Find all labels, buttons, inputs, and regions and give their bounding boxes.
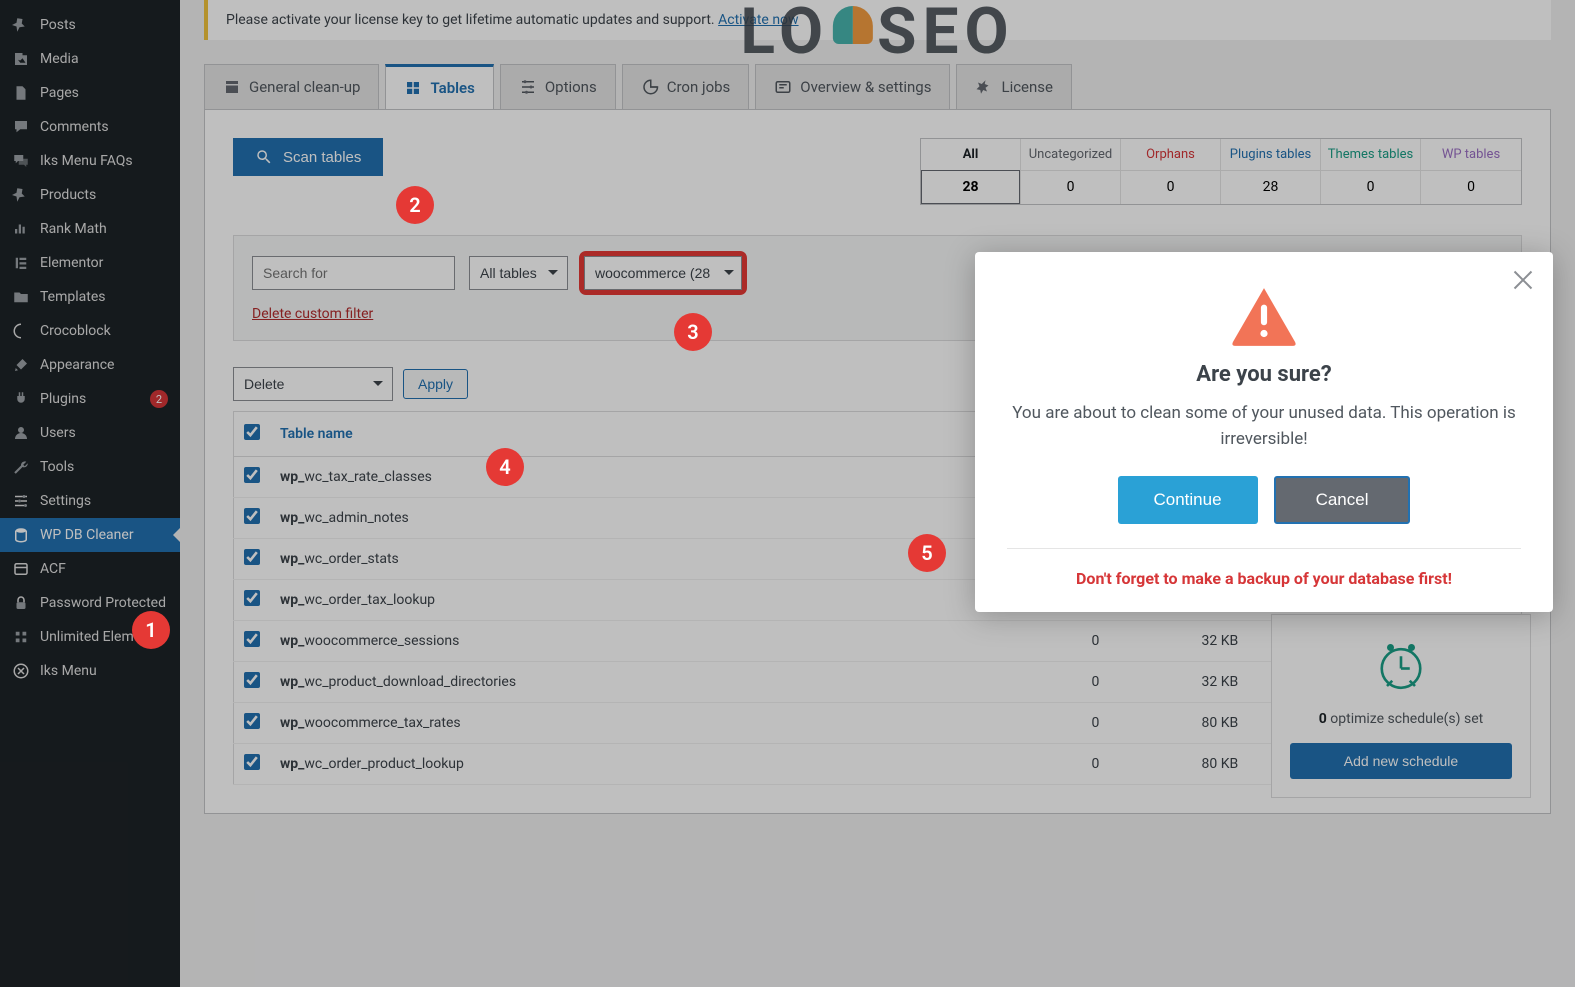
continue-button[interactable]: Continue [1118, 476, 1258, 524]
confirm-modal: Are you sure? You are about to clean som… [975, 252, 1553, 612]
modal-footer-warning: Don't forget to make a backup of your da… [1007, 549, 1521, 588]
modal-title: Are you sure? [1007, 362, 1521, 387]
annotation-marker-2: 2 [396, 186, 434, 224]
cancel-button[interactable]: Cancel [1274, 476, 1411, 524]
warning-icon [1231, 288, 1297, 346]
annotation-marker-5: 5 [908, 534, 946, 572]
annotation-marker-3: 3 [674, 313, 712, 351]
annotation-marker-4: 4 [486, 448, 524, 486]
modal-message: You are about to clean some of your unus… [1007, 401, 1521, 452]
annotation-marker-1: 1 [132, 611, 170, 649]
close-icon[interactable] [1509, 266, 1537, 294]
